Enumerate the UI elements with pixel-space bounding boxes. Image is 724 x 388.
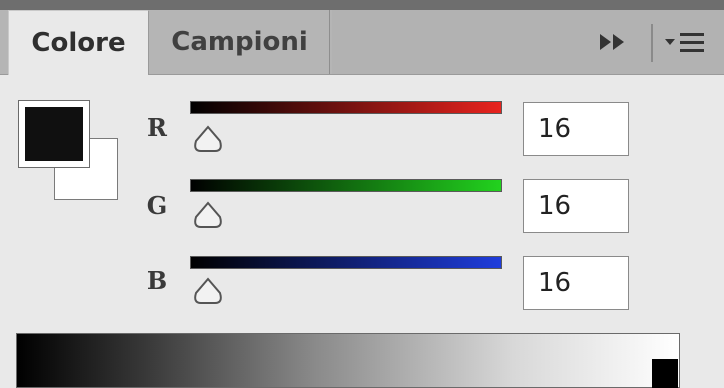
tab-campioni[interactable]: Campioni [150,10,330,74]
panel-menu-icon[interactable] [664,30,706,56]
slider-thumb-r[interactable] [191,125,225,153]
slider-track-b[interactable] [190,256,502,269]
tab-bar-separator [651,24,653,62]
panel-top-edge [0,0,724,10]
color-panel: Colore Campioni R 16 G 16 B 16 [0,0,724,388]
tab-campioni-label: Campioni [171,27,308,57]
color-ramp-black-swatch[interactable] [652,359,678,388]
value-field-r[interactable]: 16 [523,102,629,156]
channel-label-r: R [147,113,167,142]
slider-track-g[interactable] [190,179,502,192]
double-chevron-right-icon[interactable] [598,32,628,52]
tab-colore[interactable]: Colore [8,10,149,75]
channel-label-g: G [146,191,168,220]
value-field-g[interactable]: 16 [523,179,629,233]
channel-label-b: B [146,266,168,295]
tab-colore-label: Colore [31,28,126,58]
value-field-b[interactable]: 16 [523,256,629,310]
tab-bar: Colore Campioni [0,10,724,75]
slider-track-r[interactable] [190,101,502,114]
slider-thumb-b[interactable] [191,277,225,305]
foreground-color-fill [25,107,83,161]
slider-thumb-g[interactable] [191,201,225,229]
color-ramp[interactable] [16,333,680,388]
